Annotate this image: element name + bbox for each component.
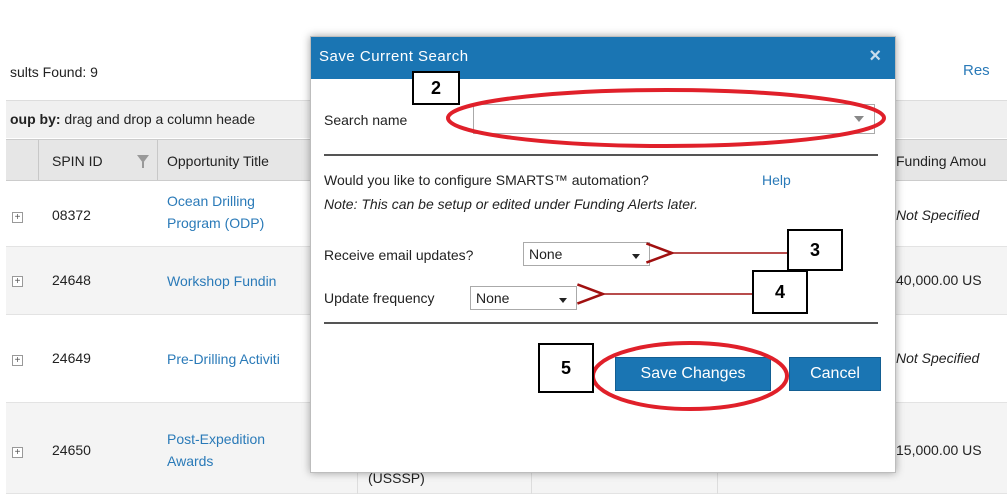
email-updates-select[interactable]: None bbox=[523, 242, 650, 266]
column-header-spin-id[interactable]: SPIN ID bbox=[52, 153, 103, 169]
column-header-funding-amount[interactable]: Funding Amou bbox=[896, 153, 986, 169]
reset-link[interactable]: Res bbox=[963, 62, 990, 79]
email-updates-value: None bbox=[529, 246, 563, 262]
spin-id-cell: 24648 bbox=[52, 272, 91, 288]
step-4-callout: 4 bbox=[752, 270, 808, 314]
funding-amount-cell: Not Specified bbox=[896, 207, 980, 223]
expand-icon[interactable]: + bbox=[12, 276, 23, 287]
close-icon[interactable]: × bbox=[869, 45, 881, 68]
opportunity-title-link[interactable]: Post-Expedition Awards bbox=[167, 428, 265, 472]
cancel-button[interactable]: Cancel bbox=[789, 357, 881, 391]
opportunity-title-link[interactable]: Workshop Fundin bbox=[167, 270, 276, 292]
column-divider bbox=[38, 140, 39, 180]
dialog-title: Save Current Search bbox=[319, 48, 469, 65]
spin-id-cell: 08372 bbox=[52, 207, 91, 223]
expand-icon[interactable]: + bbox=[12, 447, 23, 458]
group-by-label: oup by: bbox=[10, 111, 61, 127]
automation-note: Note: This can be setup or edited under … bbox=[324, 196, 699, 212]
step-3-callout: 3 bbox=[787, 229, 843, 271]
automation-question: Would you like to configure SMARTS™ auto… bbox=[324, 172, 649, 188]
help-link[interactable]: Help bbox=[762, 172, 791, 188]
funding-amount-cell: 40,000.00 US bbox=[896, 272, 982, 288]
opportunity-title-link[interactable]: Pre-Drilling Activiti bbox=[167, 348, 280, 370]
step-2-callout: 2 bbox=[412, 71, 460, 105]
group-by-instructions: drag and drop a column heade bbox=[60, 111, 256, 127]
search-name-input[interactable] bbox=[473, 104, 875, 134]
chevron-down-icon[interactable] bbox=[854, 116, 864, 122]
column-header-opportunity-title[interactable]: Opportunity Title bbox=[167, 153, 269, 169]
search-name-label: Search name bbox=[324, 112, 408, 128]
funding-amount-cell: 15,000.00 US bbox=[896, 442, 982, 458]
chevron-down-icon bbox=[559, 298, 567, 303]
save-changes-button[interactable]: Save Changes bbox=[615, 357, 771, 391]
funding-amount-cell: Not Specified bbox=[896, 350, 980, 366]
spin-id-cell: 24649 bbox=[52, 350, 91, 366]
spin-id-cell: 24650 bbox=[52, 442, 91, 458]
dialog-titlebar: Save Current Search × bbox=[311, 37, 895, 79]
filter-icon[interactable] bbox=[137, 155, 149, 168]
update-frequency-label: Update frequency bbox=[324, 290, 435, 306]
divider bbox=[324, 154, 878, 156]
expand-icon[interactable]: + bbox=[12, 355, 23, 366]
step-5-callout: 5 bbox=[538, 343, 594, 393]
expand-icon[interactable]: + bbox=[12, 212, 23, 223]
results-count: sults Found: 9 bbox=[10, 64, 98, 80]
update-frequency-select[interactable]: None bbox=[470, 286, 577, 310]
update-frequency-value: None bbox=[476, 290, 510, 306]
opportunity-title-link[interactable]: Ocean Drilling Program (ODP) bbox=[167, 190, 264, 234]
column-divider bbox=[157, 140, 158, 180]
group-by-hint: oup by: drag and drop a column heade bbox=[10, 111, 255, 127]
divider bbox=[324, 322, 878, 324]
chevron-down-icon bbox=[632, 254, 640, 259]
email-updates-label: Receive email updates? bbox=[324, 247, 474, 263]
